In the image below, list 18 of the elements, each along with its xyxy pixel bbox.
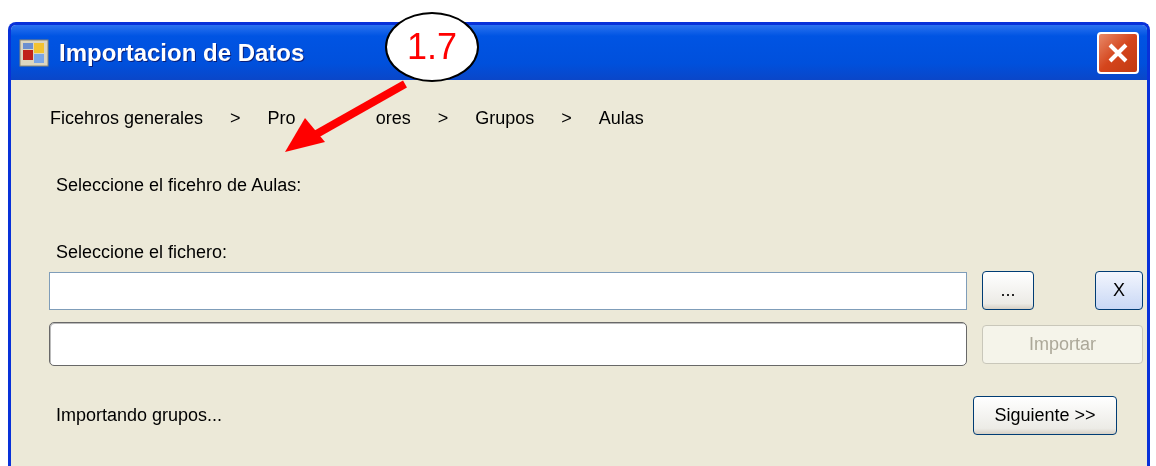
file-path-field[interactable]: [49, 271, 967, 310]
breadcrumb-separator: >: [561, 108, 572, 129]
breadcrumb-separator: >: [230, 108, 241, 129]
breadcrumb-step: Ficehros generales: [50, 108, 204, 129]
breadcrumb-step: Pro: [267, 108, 296, 129]
breadcrumb-step: Grupos: [475, 108, 535, 129]
clear-button[interactable]: X: [1095, 271, 1143, 310]
status-text: Importando grupos...: [56, 405, 223, 426]
browse-button[interactable]: ...: [982, 271, 1034, 310]
breadcrumb-step: Aulas: [598, 108, 644, 129]
file-label: Seleccione el fichero:: [56, 242, 229, 263]
breadcrumb-separator: >: [437, 108, 449, 129]
section-heading: Seleccione el ficehro de Aulas:: [56, 175, 303, 196]
app-icon: [19, 38, 49, 67]
breadcrumb-step: ores: [375, 108, 411, 129]
close-button[interactable]: [1097, 31, 1139, 74]
next-button[interactable]: Siguiente >>: [973, 396, 1117, 435]
window-title: Importacion de Datos: [59, 38, 305, 67]
